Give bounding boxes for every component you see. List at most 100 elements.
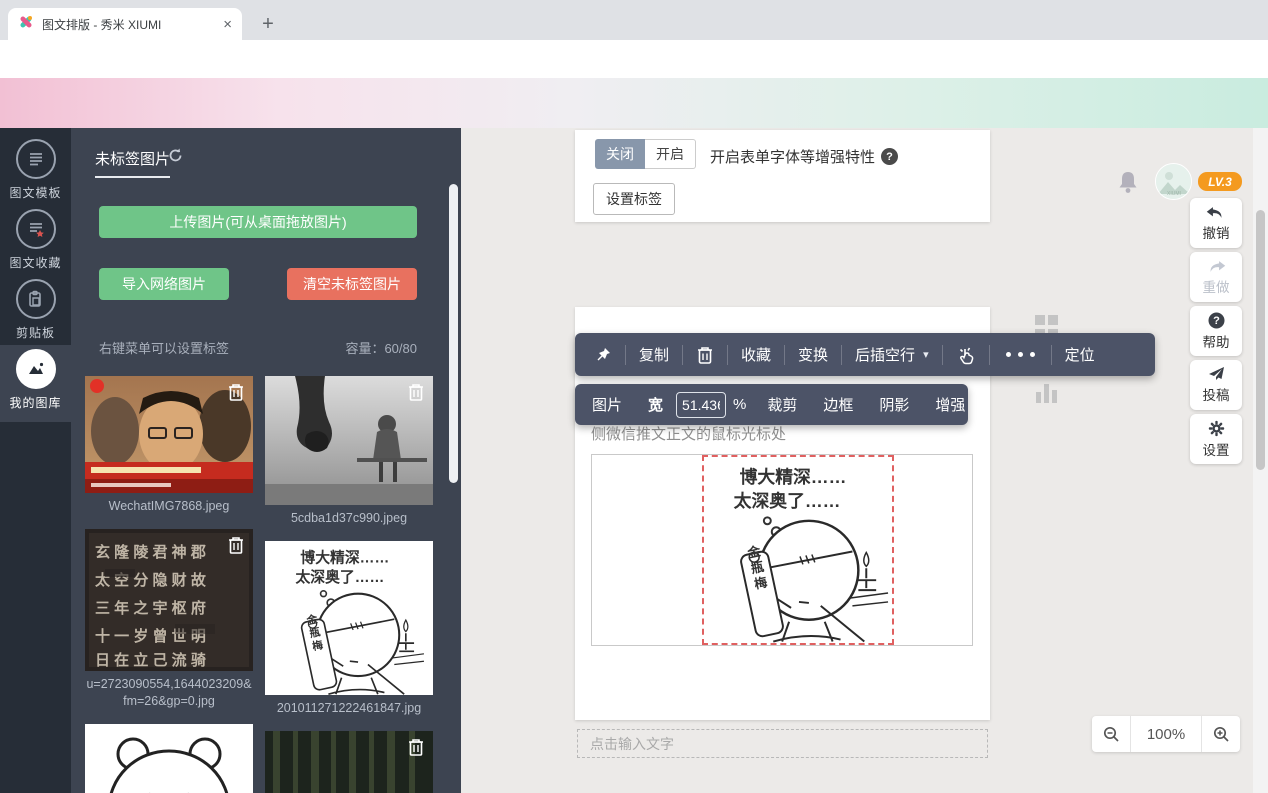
refresh-icon[interactable]	[167, 147, 184, 169]
chart-widget-icon[interactable]	[1036, 383, 1060, 403]
svg-text:玄 隆 陵 君 神 郡: 玄 隆 陵 君 神 郡	[95, 543, 206, 561]
zoom-control: 100%	[1092, 716, 1240, 752]
settings-button[interactable]: 设置	[1190, 414, 1242, 464]
image-toolbar: 图片 宽 % 裁剪 边框 阴影 增强	[575, 384, 968, 425]
image-caption: 5cdba1d37c990.jpeg	[265, 510, 433, 527]
trash-icon[interactable]	[407, 737, 425, 757]
zoom-in-icon[interactable]	[1202, 716, 1240, 752]
toggle-off-button[interactable]: 关闭	[595, 139, 645, 169]
import-web-image-button[interactable]: 导入网络图片	[99, 268, 229, 300]
svg-text:XIUMI: XIUMI	[1167, 191, 1181, 197]
favorite-button[interactable]: 收藏	[728, 344, 784, 365]
svg-text:?: ?	[1213, 315, 1220, 327]
zoom-out-icon[interactable]	[1092, 716, 1130, 752]
library-image-5cdba1d37c990[interactable]	[265, 376, 433, 505]
browser-navbar: ← → xiumi.us/studio/v5#/paper/for/new/cu…	[0, 40, 1268, 78]
zoom-level: 100%	[1130, 716, 1202, 752]
width-label: 宽	[635, 394, 676, 415]
undo-button[interactable]: 撤销	[1190, 198, 1242, 248]
trash-icon[interactable]	[227, 382, 245, 402]
user-avatar[interactable]: XIUMI	[1155, 163, 1192, 200]
trash-icon[interactable]	[227, 535, 245, 555]
gear-icon	[1208, 420, 1225, 437]
image-type-label: 图片	[579, 394, 635, 415]
library-image-wechatimg7868[interactable]	[85, 376, 253, 493]
panel-scrollbar[interactable]	[449, 184, 458, 483]
sidebar-item-label: 我的图库	[0, 394, 71, 411]
sidebar-item-label: 图文模板	[0, 184, 71, 201]
image-width-input[interactable]	[676, 392, 726, 418]
more-icon[interactable]	[990, 352, 1051, 357]
help-button[interactable]: ? 帮助	[1190, 306, 1242, 356]
transform-button[interactable]: 变换	[785, 344, 841, 365]
text-input-placeholder-block[interactable]: 点击输入文字	[577, 729, 988, 758]
chevron-down-icon: ▾	[923, 348, 929, 361]
level-badge: LV.3	[1198, 172, 1242, 191]
locate-button[interactable]: 定位	[1052, 344, 1108, 365]
sidebar-item-label: 剪贴板	[0, 324, 71, 341]
editor-body-text[interactable]: 侧微信推文正文的鼠标光标处	[591, 423, 786, 444]
tab-untagged-images[interactable]: 未标签图片	[95, 148, 170, 178]
delete-icon[interactable]	[683, 345, 727, 365]
image-grid: WechatIMG7868.jpeg 玄 隆 陵 君 神 郡 太 空 分 隐 财…	[85, 376, 447, 793]
toggle-description: 开启表单字体等增强特性	[710, 146, 875, 167]
sidebar-item-clipboard[interactable]: 剪贴板	[0, 275, 71, 341]
library-image-stone-rubbing[interactable]: 玄 隆 陵 君 神 郡 太 空 分 隐 财 故 三 年 之 宇 枢 府 十 一 …	[85, 529, 253, 671]
image-library-panel: 未标签图片 上传图片(可从桌面拖放图片) 导入网络图片 清空未标签图片 右键菜单…	[71, 128, 461, 793]
redo-button[interactable]: 重做	[1190, 252, 1242, 302]
tab-close-icon[interactable]: ×	[223, 17, 232, 32]
redo-icon	[1206, 259, 1226, 274]
capacity-text: 容量：60/80	[345, 338, 417, 357]
set-tag-button[interactable]: 设置标签	[593, 183, 675, 215]
capacity-value: 60/80	[384, 341, 417, 356]
undo-icon	[1206, 205, 1226, 220]
favicon-xiumi	[18, 14, 34, 35]
scrollbar-thumb[interactable]	[1256, 210, 1265, 470]
percent-unit: %	[726, 396, 754, 413]
crop-button[interactable]: 裁剪	[754, 394, 810, 415]
screen: 图文排版 - 秀米 XIUMI × + ← → xiumi.us/studio/…	[0, 0, 1268, 793]
insert-blank-line-button[interactable]: 后插空行 ▾	[842, 344, 942, 365]
image-caption: u=2723090554,1644023209&fm=26&gp=0.jpg	[85, 676, 253, 710]
upload-images-button[interactable]: 上传图片(可从桌面拖放图片)	[99, 206, 417, 238]
toggle-on-button[interactable]: 开启	[645, 139, 696, 169]
library-image-cartoon[interactable]	[265, 541, 433, 695]
submit-button[interactable]: 投稿	[1190, 360, 1242, 410]
browser-tab[interactable]: 图文排版 - 秀米 XIUMI ×	[8, 8, 242, 40]
library-image-forest[interactable]	[265, 731, 433, 793]
notification-bell-icon[interactable]	[1116, 169, 1140, 200]
border-button[interactable]: 边框	[810, 394, 866, 415]
sidebar-item-label: 图文收藏	[0, 254, 71, 271]
copy-button[interactable]: 复制	[626, 344, 682, 365]
left-rail: 图文模板 图文收藏 剪贴板 我的图库 ‹ 收起	[0, 128, 71, 793]
favorites-icon	[16, 209, 56, 249]
sidebar-item-my-images[interactable]: 我的图库	[0, 345, 71, 422]
enhance-button[interactable]: 增强	[922, 394, 978, 415]
placeholder-text: 点击输入文字	[590, 734, 674, 754]
right-click-hint: 右键菜单可以设置标签	[99, 338, 229, 357]
sidebar-item-favorites[interactable]: 图文收藏	[0, 205, 71, 271]
my-images-icon	[16, 349, 56, 389]
svg-text:三 年 之 宇 枢 府: 三 年 之 宇 枢 府	[95, 599, 206, 617]
shadow-button[interactable]: 阴影	[866, 394, 922, 415]
tab-title: 图文排版 - 秀米 XIUMI	[42, 16, 215, 33]
help-icon: ?	[1208, 312, 1225, 329]
pin-icon[interactable]	[581, 346, 625, 364]
svg-text:日 在 立 己 流 骑: 日 在 立 己 流 骑	[95, 651, 206, 669]
drag-hand-icon[interactable]	[943, 345, 989, 365]
selected-image[interactable]	[702, 455, 894, 645]
image-caption: 201011271222461847.jpg	[265, 700, 433, 717]
enhance-toggle: 关闭 开启	[595, 139, 696, 169]
trash-icon[interactable]	[407, 382, 425, 402]
image-container-box[interactable]	[591, 454, 973, 646]
main-scrollbar[interactable]	[1253, 128, 1268, 793]
clipboard-icon	[16, 279, 56, 319]
editor-section-settings: 关闭 开启 开启表单字体等增强特性 ? 设置标签	[575, 130, 990, 222]
sidebar-item-templates[interactable]: 图文模板	[0, 135, 71, 201]
clear-untagged-button[interactable]: 清空未标签图片	[287, 268, 417, 300]
new-tab-button[interactable]: +	[254, 10, 282, 38]
app-header: 秀米 XIUMI / 我的秀米 / 图文排版 XIUMI LV.3	[0, 78, 1268, 128]
library-image-bear-meme[interactable]	[85, 724, 253, 793]
help-question-icon[interactable]: ?	[881, 148, 898, 165]
image-caption: WechatIMG7868.jpeg	[85, 498, 253, 515]
